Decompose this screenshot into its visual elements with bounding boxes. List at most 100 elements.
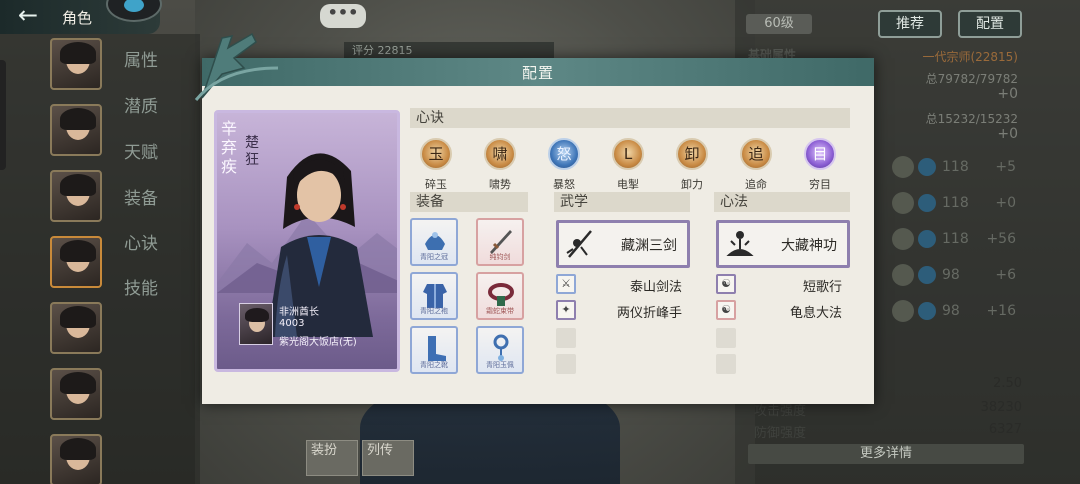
xinjue-label: 暴怒 xyxy=(553,178,575,191)
upgrade-icon[interactable] xyxy=(918,194,936,212)
xinjue-label: 卸力 xyxy=(681,178,703,191)
sword-ornament-icon xyxy=(194,32,279,101)
modal-title: 配置 xyxy=(521,64,554,82)
left-edge-tab[interactable] xyxy=(0,60,6,170)
roster-avatar[interactable] xyxy=(50,368,102,420)
xinjue-slot[interactable]: 追追命 xyxy=(736,138,776,194)
roster-avatar[interactable] xyxy=(50,236,102,288)
xinjue-label: 啸势 xyxy=(489,178,511,191)
recommend-button[interactable]: 推荐 xyxy=(878,10,942,38)
config-modal: 配置 辛弃疾 楚狂 非洲酋长 4003 紫光阁大饭店(无) 心诀 玉 碎玉 啸 … xyxy=(194,32,874,404)
lower-stat-value: 38230 xyxy=(980,400,1022,415)
meditation-icon xyxy=(726,231,754,256)
xinjue-slot[interactable]: L 电掣 xyxy=(608,138,648,194)
fist-style-icon xyxy=(892,192,914,214)
wuxue-item[interactable]: ⚔ 泰山剑法 xyxy=(556,274,682,296)
xinjue-zhuiming-icon: 追 xyxy=(740,138,772,170)
level-badge: 60级 xyxy=(746,14,812,34)
equip-name: 青阳之袍 xyxy=(420,307,448,315)
xinjue-slot[interactable]: 啸啸势 xyxy=(480,138,520,194)
mp-value: 总15232/15232 xyxy=(925,112,1018,126)
wuxue-value: 118 xyxy=(942,159,969,175)
xinjue-slot[interactable]: 目穷目 xyxy=(800,138,840,194)
side-menu-attributes[interactable]: 属性 xyxy=(124,46,158,71)
equip-slot-accessory[interactable]: 青阳玉佩 xyxy=(476,326,524,374)
upgrade-icon[interactable] xyxy=(918,230,936,248)
xinjue-slot[interactable]: 玉碎玉 xyxy=(416,138,456,194)
wuxue-delta: +6 xyxy=(995,267,1016,283)
page-title: 角色 xyxy=(62,9,93,27)
empty-skill-slot[interactable] xyxy=(716,328,736,348)
empty-skill-slot[interactable] xyxy=(556,328,576,348)
wuxue-value: 118 xyxy=(942,195,969,211)
character-title: 楚狂 xyxy=(245,135,259,168)
xinfa-item[interactable]: ☯ 龟息大法 xyxy=(716,300,842,322)
xinjue-xiaoshi-icon: 啸 xyxy=(484,138,516,170)
upgrade-icon[interactable] xyxy=(918,266,936,284)
side-menu-xinjue[interactable]: 心诀 xyxy=(124,229,158,254)
palm-style-icon xyxy=(892,228,914,250)
owner-info: 非洲酋长 4003 紫光阁大饭店(无) xyxy=(239,303,397,351)
roster-avatar[interactable] xyxy=(50,434,102,484)
empty-skill-slot[interactable] xyxy=(556,354,576,374)
wuxue-main-name: 藏渊三剑 xyxy=(621,238,677,254)
more-details-button[interactable]: 更多详情 xyxy=(748,444,1024,464)
equipment-section-header: 装备 xyxy=(410,192,528,212)
equip-slot-weapon[interactable]: 纯钧剑 xyxy=(476,218,524,266)
wuxue-stat-row: 98 +16 xyxy=(892,300,1022,324)
equip-slot-helmet[interactable]: 青阳之冠 xyxy=(410,218,458,266)
wuxue-section-header: 武学 xyxy=(554,192,690,212)
roster-avatar[interactable] xyxy=(50,170,102,222)
owner-avatar[interactable] xyxy=(239,303,273,345)
xinjue-slot[interactable]: 怒暴怒 xyxy=(544,138,584,194)
wuxue-delta: +56 xyxy=(986,231,1016,247)
wuxue-item[interactable]: ✦ 两仪折峰手 xyxy=(556,300,682,322)
outfit-button[interactable]: 装扮 xyxy=(306,440,358,476)
character-card[interactable]: 辛弃疾 楚狂 非洲酋长 4003 紫光阁大饭店(无) xyxy=(214,110,400,372)
xinjue-section-header: 心诀 xyxy=(410,108,850,128)
wuxue-main-slot[interactable]: 藏渊三剑 xyxy=(556,220,690,268)
wuxue-stat-row: 118 +56 xyxy=(892,228,1022,252)
config-button[interactable]: 配置 xyxy=(958,10,1022,38)
xinfa-item[interactable]: ☯ 短歌行 xyxy=(716,274,842,296)
side-menu-skills[interactable]: 技能 xyxy=(124,274,158,299)
roster-avatar[interactable] xyxy=(50,38,102,90)
wuxue-stat-row: 118 +5 xyxy=(892,156,1022,180)
boots-icon xyxy=(428,336,446,361)
xinjue-label: 追命 xyxy=(745,178,767,191)
equip-slot-armor[interactable]: 青阳之袍 xyxy=(410,272,458,320)
xinfa-main-slot[interactable]: 大藏神功 xyxy=(716,220,850,268)
xinjue-slot[interactable]: 卸卸力 xyxy=(672,138,712,194)
xinjue-label: 碎玉 xyxy=(425,178,447,191)
side-menu-potential[interactable]: 潜质 xyxy=(124,92,158,117)
equip-slot-belt[interactable]: 霜蛇束带 xyxy=(476,272,524,320)
equip-slot-boots[interactable]: 青阳之靴 xyxy=(410,326,458,374)
modal-header: 配置 xyxy=(202,58,874,86)
meditation-small-icon: ☯ xyxy=(716,274,736,294)
side-menu-equipment[interactable]: 装备 xyxy=(124,184,158,209)
jade-pendant-icon xyxy=(493,334,509,361)
hidden-weapon-icon xyxy=(892,264,914,286)
side-menu-talent[interactable]: 天赋 xyxy=(124,138,158,163)
owner-id: 4003 xyxy=(279,318,305,329)
empty-skill-slot[interactable] xyxy=(716,354,736,374)
wuxue-delta: +0 xyxy=(995,195,1016,211)
lower-stat-label: 防御强度 xyxy=(754,426,807,441)
wuxue-stat-row: 118 +0 xyxy=(892,192,1022,216)
meditation-small-icon: ☯ xyxy=(716,300,736,320)
upgrade-icon[interactable] xyxy=(918,158,936,176)
equip-name: 青阳之冠 xyxy=(420,253,448,261)
xinjue-suiyu-icon: 玉 xyxy=(420,138,452,170)
upgrade-icon[interactable] xyxy=(918,302,936,320)
lower-stat-row: 防御强度 6327 xyxy=(754,422,1022,441)
wuxue-stat-row: 98 +6 xyxy=(892,264,1022,288)
wuxue-delta: +16 xyxy=(986,303,1016,319)
sword-stance-icon xyxy=(566,230,592,258)
xinfa-section-header: 心法 xyxy=(714,192,850,212)
roster-avatar[interactable] xyxy=(50,302,102,354)
roster-avatar[interactable] xyxy=(50,104,102,156)
xinjue-label: 电掣 xyxy=(617,178,639,191)
biography-button[interactable]: 列传 xyxy=(362,440,414,476)
chat-bubble-icon[interactable]: ••• xyxy=(320,4,366,28)
back-arrow-icon[interactable]: ← xyxy=(8,3,48,28)
